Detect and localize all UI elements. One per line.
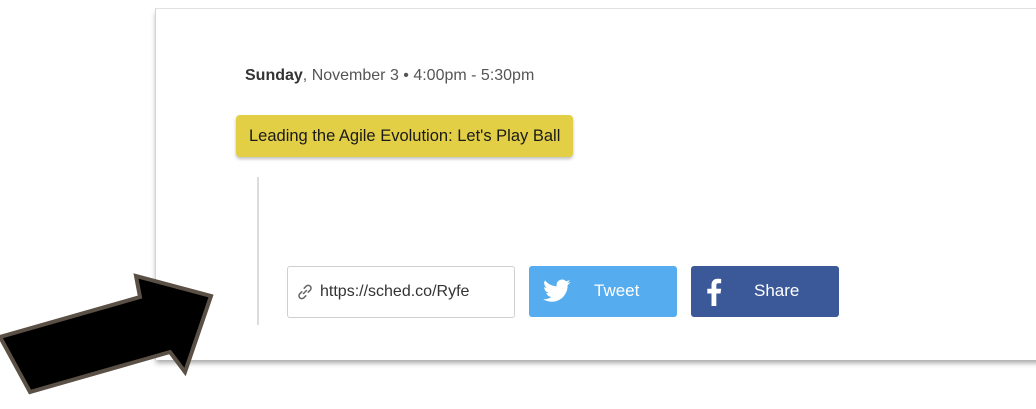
facebook-share-button[interactable]: Share	[691, 266, 839, 317]
session-day: Sunday	[245, 67, 303, 84]
twitter-bird-icon	[543, 279, 571, 303]
tweet-button[interactable]: Tweet	[529, 266, 677, 317]
session-card: Sunday, November 3 • 4:00pm - 5:30pm Lea…	[155, 8, 1036, 360]
screenshot-stage: Sunday, November 3 • 4:00pm - 5:30pm Lea…	[0, 0, 1036, 409]
share-label: Share	[754, 281, 800, 300]
tweet-label: Tweet	[594, 281, 640, 300]
session-date-line: Sunday, November 3 • 4:00pm - 5:30pm	[245, 67, 534, 85]
section-divider	[257, 177, 259, 325]
session-title-pill[interactable]: Leading the Agile Evolution: Let's Play …	[236, 115, 574, 157]
facebook-f-icon	[706, 278, 722, 306]
share-link-field[interactable]: https://sched.co/Ryfe	[287, 266, 515, 318]
link-icon	[296, 283, 314, 301]
session-date-time: , November 3 • 4:00pm - 5:30pm	[302, 67, 535, 84]
share-link-text: https://sched.co/Ryfe	[320, 283, 470, 300]
